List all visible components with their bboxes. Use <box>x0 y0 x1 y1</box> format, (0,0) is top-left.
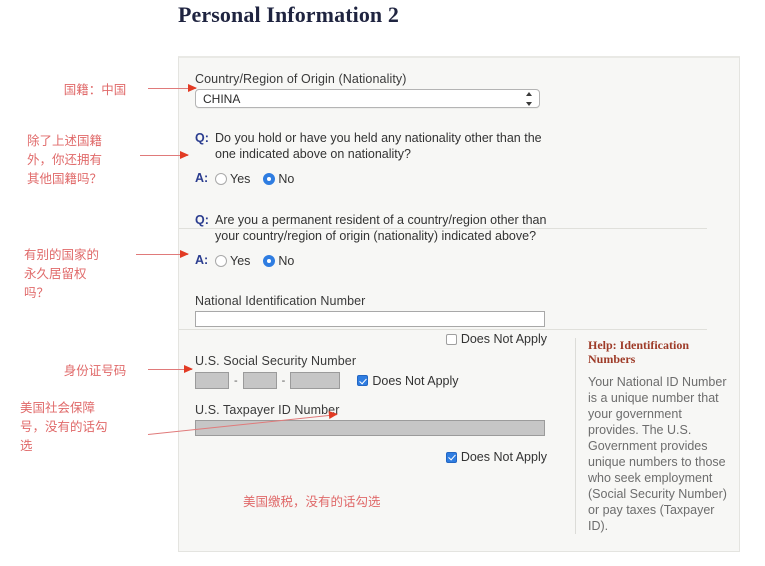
nationality-label: Country/Region of Origin (Nationality) <box>195 72 407 86</box>
question-2-a-tag: A: <box>195 253 209 267</box>
ssn-input-row: - - Does Not Apply <box>195 372 575 389</box>
annotation-nationality: 国籍：中国 <box>63 82 127 97</box>
question-1-radio-yes-label: Yes <box>230 171 251 186</box>
question-1-q-tag: Q: <box>195 131 209 145</box>
annotation-arrow-other-nationality <box>140 151 189 159</box>
ssn-part1-input[interactable] <box>195 372 229 389</box>
annotation-other-nationality: 除了上述国籍 外，你还拥有 其他国籍吗？ <box>27 133 103 186</box>
radio-selected-icon <box>263 254 276 267</box>
select-updown-arrows-icon <box>525 92 533 106</box>
annotation-taxpayer: 美国缴税，没有的话勾选 <box>243 494 381 509</box>
question-2-radio-no[interactable]: No <box>263 254 294 268</box>
question-1-radio-no[interactable]: No <box>263 172 294 186</box>
help-panel-title: Help: Identification Numbers <box>588 338 689 366</box>
nationality-select[interactable]: CHINA <box>195 89 540 108</box>
question-2-answer-row: A: Yes No <box>195 253 575 268</box>
form-panel: Country/Region of Origin (Nationality) C… <box>178 56 740 552</box>
radio-selected-icon <box>263 172 276 185</box>
identification-section: National Identification Number Does Not … <box>195 280 575 474</box>
question-1-row: Q: Do you hold or have you held any nati… <box>195 130 575 162</box>
radio-unselected-icon <box>215 172 227 185</box>
question-2-radio-no-label: No <box>278 253 295 268</box>
question-1-section: Q: Do you hold or have you held any nati… <box>195 116 575 196</box>
question-2-row: Q: Are you a permanent resident of a cou… <box>195 212 575 244</box>
national-id-does-not-apply-row[interactable]: Does Not Apply <box>195 332 547 346</box>
annotation-national-id: 身份证号码 <box>63 363 127 378</box>
ssn-part2-input[interactable] <box>242 372 277 389</box>
nationality-selected-value: CHINA <box>203 92 241 106</box>
question-2-text: Are you a permanent resident of a countr… <box>215 213 547 243</box>
ssn-does-not-apply-label: Does Not Apply <box>372 373 459 388</box>
annotation-arrow-national-id <box>148 365 193 373</box>
taxpayer-id-input[interactable] <box>195 420 545 436</box>
taxpayer-id-label: U.S. Taxpayer ID Number <box>195 403 340 417</box>
question-1-a-tag: A: <box>195 171 209 185</box>
help-panel-body: Your National ID Number is a unique numb… <box>588 375 727 533</box>
annotation-arrow-nationality <box>148 84 197 92</box>
question-2-radio-yes[interactable]: Yes <box>215 254 250 268</box>
ssn-does-not-apply-row[interactable]: Does Not Apply <box>357 373 459 388</box>
national-id-does-not-apply-label: Does Not Apply <box>460 332 547 346</box>
annotation-ssn: 美国社会保障 号，没有的话勾 选 <box>20 400 108 453</box>
national-id-label: National Identification Number <box>195 294 366 308</box>
question-2-section: Q: Are you a permanent resident of a cou… <box>195 196 575 280</box>
ssn-part3-input[interactable] <box>290 372 341 389</box>
form-column: Country/Region of Origin (Nationality) C… <box>179 58 707 474</box>
radio-unselected-icon <box>215 254 227 267</box>
question-1-radio-yes[interactable]: Yes <box>215 172 250 186</box>
checkbox-unchecked-icon[interactable] <box>445 333 457 345</box>
taxpayer-id-does-not-apply-row[interactable]: Does Not Apply <box>195 450 547 464</box>
page-title: Personal Information 2 <box>178 2 399 27</box>
question-1-answer-row: A: Yes No <box>195 171 575 186</box>
annotation-arrow-permanent-resident <box>136 250 189 258</box>
checkbox-checked-icon[interactable] <box>445 451 457 463</box>
ssn-separator-2: - <box>281 374 286 387</box>
question-2-q-tag: Q: <box>195 213 209 227</box>
ssn-label: U.S. Social Security Number <box>195 354 357 368</box>
annotation-permanent-resident: 有别的国家的 永久居留权 吗？ <box>24 247 100 300</box>
taxpayer-id-does-not-apply-label: Does Not Apply <box>460 450 547 464</box>
question-2-radio-yes-label: Yes <box>230 253 251 268</box>
nationality-section: Country/Region of Origin (Nationality) C… <box>195 58 575 116</box>
question-1-radio-no-label: No <box>278 171 295 186</box>
question-1-text: Do you hold or have you held any nationa… <box>215 131 542 161</box>
help-panel: Help: Identification Numbers Your Nation… <box>575 338 727 534</box>
checkbox-checked-icon[interactable] <box>357 375 369 386</box>
national-id-input[interactable] <box>195 311 545 327</box>
ssn-separator-1: - <box>234 374 238 387</box>
